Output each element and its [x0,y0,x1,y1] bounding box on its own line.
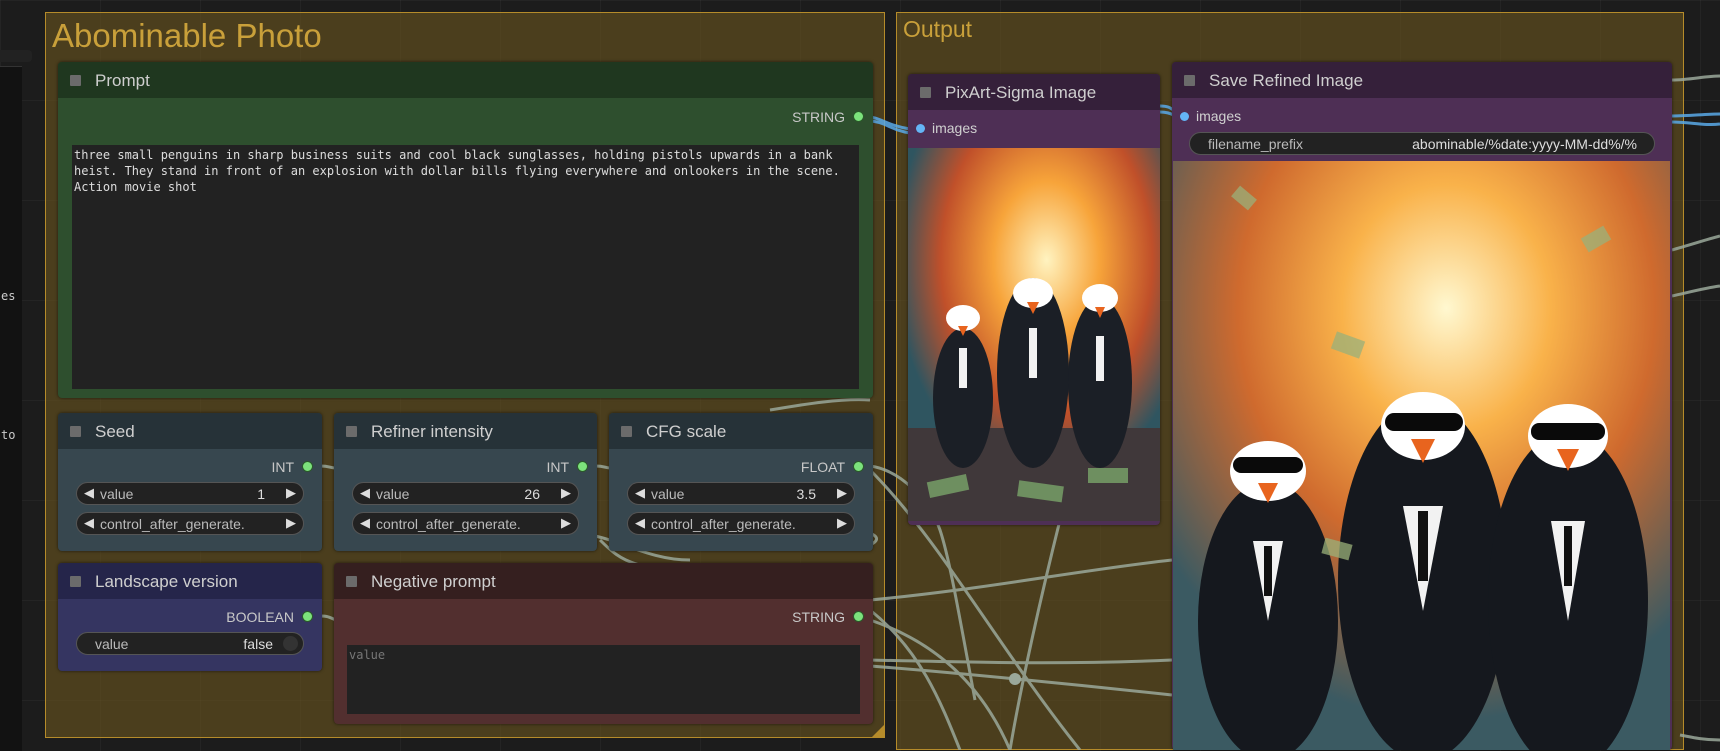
increment-arrow-icon[interactable]: ▶ [837,485,847,501]
generated-image-preview[interactable] [908,148,1160,521]
pixart-sigma-image-node[interactable]: PixArt-Sigma Image images [908,74,1160,525]
collapse-toggle[interactable] [920,87,931,98]
next-arrow-icon[interactable]: ▶ [837,515,847,531]
input-label: images [1196,108,1242,124]
cfg-node-header[interactable]: CFG scale [609,413,873,449]
landscape-version-node[interactable]: Landscape version BOOLEAN value false [58,563,322,671]
node-title: CFG scale [646,422,727,441]
previous-arrow-icon[interactable]: ◀ [360,515,370,531]
penguins-refined-image [1173,161,1670,750]
negative-prompt-node[interactable]: Negative prompt STRING value [334,563,873,724]
output-socket[interactable] [302,461,313,472]
seed-control-widget[interactable]: ◀ control_after_generate. ▶ [76,512,304,535]
refiner-intensity-node[interactable]: Refiner intensity INT ◀ value 26 ▶ ◀ con… [334,413,597,551]
collapse-toggle[interactable] [346,576,357,587]
prompt-textarea[interactable]: three small penguins in sharp business s… [72,145,859,389]
input-label: images [932,120,978,136]
refiner-node-header[interactable]: Refiner intensity [334,413,597,449]
previous-arrow-icon[interactable]: ◀ [635,515,645,531]
decrement-arrow-icon[interactable]: ◀ [84,485,94,501]
collapse-toggle[interactable] [346,426,357,437]
widget-label: control_after_generate. [376,516,521,532]
refined-image-preview[interactable] [1173,161,1670,750]
pixart-node-header[interactable]: PixArt-Sigma Image [908,74,1160,110]
cfg-control-widget[interactable]: ◀ control_after_generate. ▶ [627,512,855,535]
output-socket[interactable] [577,461,588,472]
widget-label: control_after_generate. [100,516,245,532]
node-title: Negative prompt [371,572,496,591]
widget-label: value [100,486,134,502]
toggle-off-icon[interactable] [283,636,298,651]
widget-value: false [243,636,273,652]
previous-arrow-icon[interactable]: ◀ [84,515,94,531]
seed-value-widget[interactable]: ◀ value 1 ▶ [76,482,304,505]
filename-prefix-widget[interactable]: filename_prefix abominable/%date:yyyy-MM… [1189,132,1655,155]
negative-node-header[interactable]: Negative prompt [334,563,873,599]
widget-label: control_after_generate. [651,516,796,532]
collapse-toggle[interactable] [70,75,81,86]
output-label: BOOLEAN [226,609,294,625]
next-arrow-icon[interactable]: ▶ [286,515,296,531]
node-title: Seed [95,422,135,441]
output-socket[interactable] [302,611,313,622]
decrement-arrow-icon[interactable]: ◀ [360,485,370,501]
collapse-toggle[interactable] [70,426,81,437]
save-node-header[interactable]: Save Refined Image [1172,62,1672,98]
save-refined-image-node[interactable]: Save Refined Image images filename_prefi… [1172,62,1672,750]
widget-label: value [95,636,129,652]
collapse-toggle[interactable] [1184,75,1195,86]
cfg-scale-node[interactable]: CFG scale FLOAT ◀ value 3.5 ▶ ◀ control_… [609,413,873,551]
widget-label: value [651,486,685,502]
seed-node-header[interactable]: Seed [58,413,322,449]
output-label: STRING [792,109,845,125]
widget-value: 3.5 [796,486,816,502]
refiner-control-widget[interactable]: ◀ control_after_generate. ▶ [352,512,579,535]
increment-arrow-icon[interactable]: ▶ [286,485,296,501]
prompt-node[interactable]: Prompt STRING three small penguins in sh… [58,62,873,398]
next-arrow-icon[interactable]: ▶ [561,515,571,531]
landscape-node-header[interactable]: Landscape version [58,563,322,599]
output-label: INT [546,459,569,475]
widget-value: abominable/%date:yyyy-MM-dd%/% [1412,136,1637,152]
landscape-toggle-widget[interactable]: value false [76,632,304,655]
node-title: PixArt-Sigma Image [945,83,1097,102]
widget-value: 26 [524,486,540,502]
decrement-arrow-icon[interactable]: ◀ [635,485,645,501]
penguins-image [908,148,1160,521]
widget-value: 1 [257,486,265,502]
output-label: STRING [792,609,845,625]
refiner-value-widget[interactable]: ◀ value 26 ▶ [352,482,579,505]
node-title: Refiner intensity [371,422,493,441]
input-socket[interactable] [1180,112,1189,121]
collapse-toggle[interactable] [621,426,632,437]
seed-node[interactable]: Seed INT ◀ value 1 ▶ ◀ control_after_gen… [58,413,322,551]
output-socket[interactable] [853,611,864,622]
node-title: Save Refined Image [1209,71,1364,90]
widget-label: filename_prefix [1208,136,1303,152]
node-title: Prompt [95,71,150,90]
output-label: INT [271,459,294,475]
prompt-node-header[interactable]: Prompt [58,62,873,98]
output-label: FLOAT [800,459,845,475]
widget-label: value [376,486,410,502]
input-socket[interactable] [916,124,925,133]
collapse-toggle[interactable] [70,576,81,587]
node-title: Landscape version [95,572,238,591]
increment-arrow-icon[interactable]: ▶ [561,485,571,501]
output-socket[interactable] [853,461,864,472]
cfg-value-widget[interactable]: ◀ value 3.5 ▶ [627,482,855,505]
negative-prompt-textarea[interactable]: value [347,645,860,714]
output-socket[interactable] [853,111,864,122]
